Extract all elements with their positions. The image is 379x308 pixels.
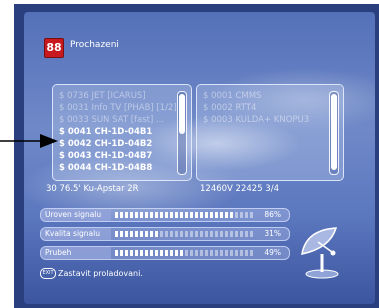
meter-fill <box>115 212 234 218</box>
exit-key-icon: EXIT <box>40 268 56 279</box>
satellite-info: 30 76.5' Ku-Apstar 2R <box>46 184 139 194</box>
transponder-list-item[interactable]: $ 0003 KULDA+ KNOPU3 <box>203 115 309 125</box>
scroll-thumb[interactable] <box>331 94 337 170</box>
pointer-arrow-icon <box>0 134 58 148</box>
meter-track <box>115 250 253 256</box>
satellite-dish-icon <box>301 227 339 279</box>
scroll-thumb[interactable] <box>179 94 185 134</box>
progress-meter: Prubeh 49% <box>40 246 290 260</box>
channel-list-scrollbar[interactable] <box>177 91 187 175</box>
transponder-list-scrollbar[interactable] <box>329 91 339 175</box>
stop-scan-hint[interactable]: EXIT Zastavit proladovani. <box>40 268 143 279</box>
meter-value: 49% <box>264 248 281 257</box>
channel-list-item[interactable]: $ 0033 SUN SAT [fast] ... <box>59 115 164 125</box>
stop-scan-label: Zastavit proladovani. <box>58 269 143 278</box>
transponder-list-panel[interactable]: $ 0001 CMMS $ 0002 RTT4 $ 0003 KULDA+ KN… <box>196 84 344 181</box>
meter-track <box>115 212 253 218</box>
meter-track <box>115 231 253 237</box>
signal-level-meter: Uroven signalu 86% <box>40 208 290 222</box>
transponder-list-item[interactable]: $ 0001 CMMS <box>203 91 261 101</box>
page-title: Prochazeni <box>70 40 119 50</box>
menu-number-icon: 88 <box>44 38 64 58</box>
signal-quality-meter: Kvalita signalu 31% <box>40 227 290 241</box>
channel-list-item[interactable]: $ 0031 Info TV [PHAB] [1/2] <box>59 103 177 113</box>
meter-fill <box>115 250 183 256</box>
channel-list-item[interactable]: $ 0043 CH-1D-04B7 <box>59 151 152 161</box>
meter-label: Prubeh <box>41 247 111 259</box>
channel-list-item[interactable]: $ 0736 JET [ICARUS] <box>59 91 146 101</box>
channel-list-item[interactable]: $ 0041 CH-1D-04B1 <box>59 127 152 137</box>
channel-list-item[interactable]: $ 0044 CH-1D-04B8 <box>59 163 152 173</box>
meter-value: 86% <box>264 210 281 219</box>
meter-fill <box>115 231 158 237</box>
channel-list-item[interactable]: $ 0042 CH-1D-04B2 <box>59 139 152 149</box>
channel-list-panel[interactable]: $ 0736 JET [ICARUS] $ 0031 Info TV [PHAB… <box>52 84 192 181</box>
meter-value: 31% <box>264 229 281 238</box>
meter-label: Kvalita signalu <box>41 228 111 240</box>
transponder-info: 12460V 22425 3/4 <box>200 184 279 194</box>
meter-label: Uroven signalu <box>41 209 111 221</box>
transponder-list-item[interactable]: $ 0002 RTT4 <box>203 103 256 113</box>
